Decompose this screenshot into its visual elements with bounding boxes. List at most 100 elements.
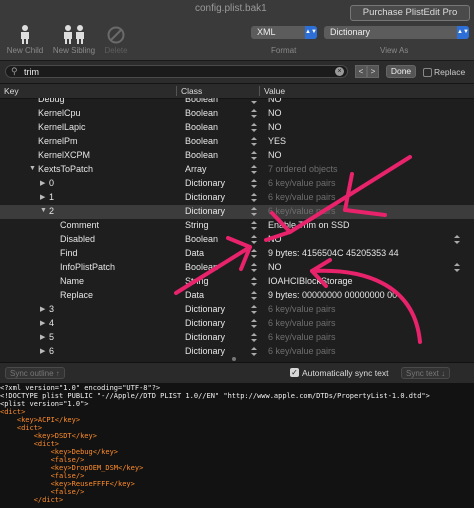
outline-row[interactable]: KernelLapic Boolean NO	[0, 121, 474, 135]
sync-outline-button[interactable]: Sync outline ↑	[5, 367, 65, 379]
auto-sync-label: Automatically sync text	[302, 368, 389, 378]
delete-button[interactable]: Delete	[100, 22, 132, 55]
outline-row[interactable]: ▶ 6 Dictionary 6 key/value pairs	[0, 345, 474, 356]
disclosure-collapsed-icon[interactable]: ▶	[40, 319, 45, 327]
purchase-button[interactable]: Purchase PlistEdit Pro	[350, 5, 470, 21]
row-key: 3	[49, 304, 55, 314]
outline-row[interactable]: ▶ 0 Dictionary 6 key/value pairs	[0, 177, 474, 191]
plist-outline: Debug Boolean NO KernelCpu Boolean NO Ke…	[0, 98, 474, 356]
done-button[interactable]: Done	[386, 65, 416, 78]
stepper-icon[interactable]	[250, 192, 258, 204]
value-stepper-icon[interactable]	[453, 234, 461, 246]
outline-row[interactable]: ▶ 4 Dictionary 6 key/value pairs	[0, 317, 474, 331]
stepper-icon[interactable]	[250, 108, 258, 120]
outline-row[interactable]: Name String IOAHCIBlockStorage	[0, 275, 474, 289]
replace-checkbox[interactable]	[423, 68, 432, 77]
sync-text-button[interactable]: Sync text ↓	[401, 367, 451, 379]
column-class[interactable]: Class	[181, 86, 202, 96]
row-key: 5	[49, 332, 55, 342]
stepper-icon[interactable]	[250, 122, 258, 134]
view-as-value: Dictionary	[330, 27, 371, 37]
column-value[interactable]: Value	[264, 86, 285, 96]
new-child-icon	[4, 22, 46, 44]
find-previous-button[interactable]: <	[355, 65, 367, 78]
disclosure-collapsed-icon[interactable]: ▶	[40, 305, 45, 313]
row-value: YES	[268, 136, 287, 146]
outline-row[interactable]: ▶ 1 Dictionary 6 key/value pairs	[0, 191, 474, 205]
row-value: 6 key/value pairs	[268, 346, 336, 356]
new-child-button[interactable]: New Child	[4, 22, 46, 55]
stepper-icon[interactable]	[250, 304, 258, 316]
stepper-icon[interactable]	[250, 346, 258, 356]
disclosure-collapsed-icon[interactable]: ▶	[40, 347, 45, 355]
delete-icon	[100, 22, 132, 44]
stepper-icon[interactable]	[250, 276, 258, 288]
outline-row[interactable]: ▶ 5 Dictionary 6 key/value pairs	[0, 331, 474, 345]
find-next-button[interactable]: >	[367, 65, 379, 78]
row-class: Dictionary	[185, 318, 226, 328]
stepper-icon[interactable]	[250, 164, 258, 176]
row-key: Replace	[60, 290, 94, 300]
row-key: Comment	[60, 220, 100, 230]
stepper-icon[interactable]	[250, 220, 258, 232]
outline-row[interactable]: ▶ 3 Dictionary 6 key/value pairs	[0, 303, 474, 317]
row-class: Boolean	[185, 136, 219, 146]
stepper-icon[interactable]	[250, 136, 258, 148]
outline-row[interactable]: ▼ KextsToPatch Array 7 ordered objects	[0, 163, 474, 177]
stepper-icon[interactable]	[250, 318, 258, 330]
xml-line: <!DOCTYPE plist PUBLIC "-//Apple//DTD PL…	[0, 392, 430, 400]
row-value: 6 key/value pairs	[268, 304, 336, 314]
clear-search-icon[interactable]: ×	[335, 67, 344, 76]
search-icon: ⚲	[11, 66, 18, 76]
disclosure-expanded-icon[interactable]: ▼	[29, 165, 36, 172]
replace-label: Replace	[434, 67, 466, 77]
disclosure-collapsed-icon[interactable]: ▶	[40, 179, 45, 187]
outline-row[interactable]: KernelPm Boolean YES	[0, 135, 474, 149]
value-stepper-icon[interactable]	[453, 262, 461, 274]
new-sibling-button[interactable]: New Sibling	[50, 22, 98, 55]
new-sibling-icon	[50, 22, 98, 44]
outline-row[interactable]: KernelXCPM Boolean NO	[0, 149, 474, 163]
row-class: Dictionary	[185, 178, 226, 188]
row-value: 6 key/value pairs	[268, 192, 336, 202]
row-key: Disabled	[60, 234, 96, 244]
stepper-icon[interactable]	[250, 206, 258, 218]
outline-row[interactable]: InfoPlistPatch Boolean NO	[0, 261, 474, 275]
row-class: Dictionary	[185, 304, 226, 314]
stepper-icon[interactable]	[250, 98, 258, 106]
view-as-select[interactable]: Dictionary ▲▼	[324, 26, 469, 39]
stepper-icon[interactable]	[250, 248, 258, 260]
view-as-label: View As	[380, 46, 409, 55]
stepper-icon[interactable]	[250, 290, 258, 302]
outline-row[interactable]: Replace Data 9 bytes: 00000000 00000000 …	[0, 289, 474, 303]
stepper-icon[interactable]	[250, 234, 258, 246]
xml-line: <false/>	[0, 456, 85, 464]
disclosure-collapsed-icon[interactable]: ▶	[40, 193, 45, 201]
row-class: Dictionary	[185, 346, 226, 356]
split-view-handle[interactable]	[232, 357, 236, 361]
column-key[interactable]: Key	[4, 86, 19, 96]
outline-row[interactable]: Find Data 9 bytes: 4156504C 45205353 44	[0, 247, 474, 261]
row-value: NO	[268, 98, 282, 104]
disclosure-expanded-icon[interactable]: ▼	[40, 207, 47, 214]
search-input[interactable]: trim	[24, 67, 39, 77]
outline-row[interactable]: Comment String Enable Trim on SSD	[0, 219, 474, 233]
format-select[interactable]: XML ▲▼	[251, 26, 317, 39]
delete-label: Delete	[104, 46, 128, 55]
stepper-icon[interactable]	[250, 150, 258, 162]
row-key: KernelXCPM	[38, 150, 91, 160]
row-class: Boolean	[185, 234, 219, 244]
stepper-icon[interactable]	[250, 332, 258, 344]
outline-row-selected[interactable]: ▼ 2 Dictionary 6 key/value pairs	[0, 205, 474, 219]
xml-text-editor[interactable]: <?xml version="1.0" encoding="UTF-8"?> <…	[0, 383, 474, 508]
auto-sync-checkbox[interactable]: ✓	[290, 368, 299, 377]
stepper-icon[interactable]	[250, 262, 258, 274]
outline-row[interactable]: Disabled Boolean NO	[0, 233, 474, 247]
outline-row[interactable]: Debug Boolean NO	[0, 98, 474, 107]
search-field[interactable]: ⚲ trim ×	[5, 65, 348, 78]
stepper-icon[interactable]	[250, 178, 258, 190]
row-key: 6	[49, 346, 55, 356]
disclosure-collapsed-icon[interactable]: ▶	[40, 333, 45, 341]
row-key: Debug	[38, 98, 65, 104]
outline-row[interactable]: KernelCpu Boolean NO	[0, 107, 474, 121]
